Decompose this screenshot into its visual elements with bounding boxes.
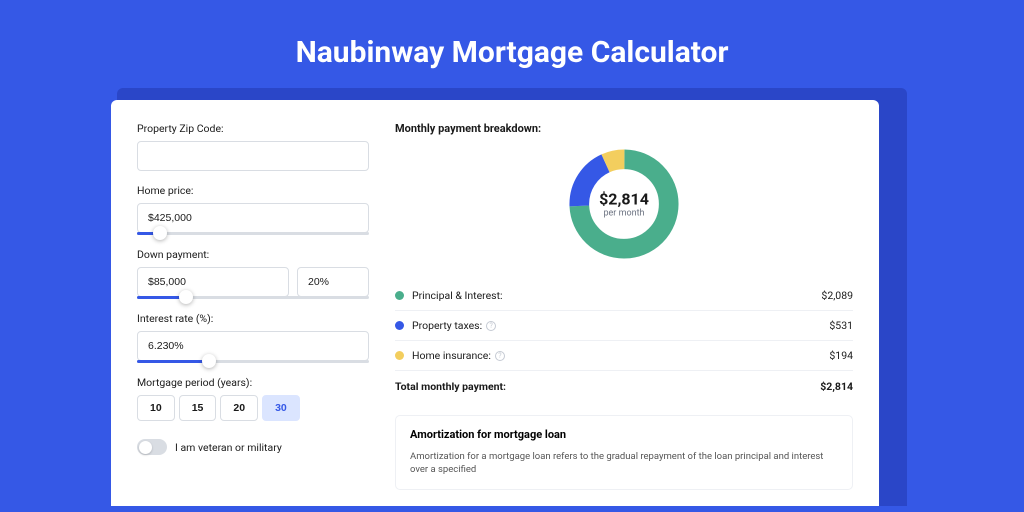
breakdown-row: Home insurance:? $194: [395, 341, 853, 371]
amortization-box: Amortization for mortgage loan Amortizat…: [395, 415, 853, 490]
donut-sub: per month: [599, 209, 649, 219]
interest-slider[interactable]: [137, 360, 369, 363]
card-shadow: Property Zip Code: Home price: Down paym…: [117, 88, 907, 506]
down-payment-input[interactable]: [137, 267, 289, 297]
period-label: Mortgage period (years):: [137, 376, 369, 389]
donut-center: $2,814 per month: [599, 190, 649, 219]
donut-amount: $2,814: [599, 190, 649, 209]
inputs-column: Property Zip Code: Home price: Down paym…: [137, 122, 369, 490]
down-payment-group: Down payment:: [137, 248, 369, 299]
info-icon[interactable]: ?: [486, 321, 496, 331]
page-title: Naubinway Mortgage Calculator: [0, 35, 1024, 70]
period-option[interactable]: 15: [179, 395, 217, 421]
zip-group: Property Zip Code:: [137, 122, 369, 171]
zip-label: Property Zip Code:: [137, 122, 369, 135]
legend-dot: [395, 291, 404, 300]
period-option[interactable]: 30: [262, 395, 300, 421]
period-option[interactable]: 20: [220, 395, 258, 421]
breakdown-value: $531: [829, 319, 853, 332]
interest-label: Interest rate (%):: [137, 312, 369, 325]
total-label: Total monthly payment:: [395, 380, 820, 393]
home-price-slider[interactable]: [137, 232, 369, 235]
down-payment-slider[interactable]: [137, 296, 369, 299]
total-row: Total monthly payment: $2,814: [395, 371, 853, 407]
interest-input[interactable]: [137, 331, 369, 361]
amortization-text: Amortization for a mortgage loan refers …: [410, 450, 838, 477]
amortization-title: Amortization for mortgage loan: [410, 428, 838, 441]
period-group: Mortgage period (years): 10 15 20 30: [137, 376, 369, 421]
breakdown-value: $2,089: [821, 289, 853, 302]
breakdown-row: Principal & Interest: $2,089: [395, 281, 853, 311]
slider-handle[interactable]: [202, 354, 216, 368]
breakdown-value: $194: [829, 349, 853, 362]
breakdown-title: Monthly payment breakdown:: [395, 122, 853, 135]
calculator-card: Property Zip Code: Home price: Down paym…: [111, 100, 879, 506]
breakdown-label: Property taxes:?: [412, 319, 829, 332]
zip-input[interactable]: [137, 141, 369, 171]
breakdown-label: Home insurance:?: [412, 349, 829, 362]
slider-handle[interactable]: [179, 290, 193, 304]
veteran-toggle[interactable]: [137, 439, 167, 455]
total-value: $2,814: [820, 380, 853, 393]
donut-chart: $2,814 per month: [395, 145, 853, 263]
veteran-row: I am veteran or military: [137, 439, 369, 455]
period-option[interactable]: 10: [137, 395, 175, 421]
results-column: Monthly payment breakdown: $2,814 per mo…: [395, 122, 853, 490]
down-payment-label: Down payment:: [137, 248, 369, 261]
period-options: 10 15 20 30: [137, 395, 369, 421]
legend-dot: [395, 321, 404, 330]
breakdown-row: Property taxes:? $531: [395, 311, 853, 341]
info-icon[interactable]: ?: [495, 351, 505, 361]
legend-dot: [395, 351, 404, 360]
down-payment-pct-input[interactable]: [297, 267, 369, 297]
home-price-input[interactable]: [137, 203, 369, 233]
veteran-label: I am veteran or military: [175, 441, 282, 454]
breakdown-label: Principal & Interest:: [412, 289, 821, 302]
header: Naubinway Mortgage Calculator: [0, 0, 1024, 88]
home-price-label: Home price:: [137, 184, 369, 197]
home-price-group: Home price:: [137, 184, 369, 235]
slider-handle[interactable]: [153, 226, 167, 240]
interest-group: Interest rate (%):: [137, 312, 369, 363]
